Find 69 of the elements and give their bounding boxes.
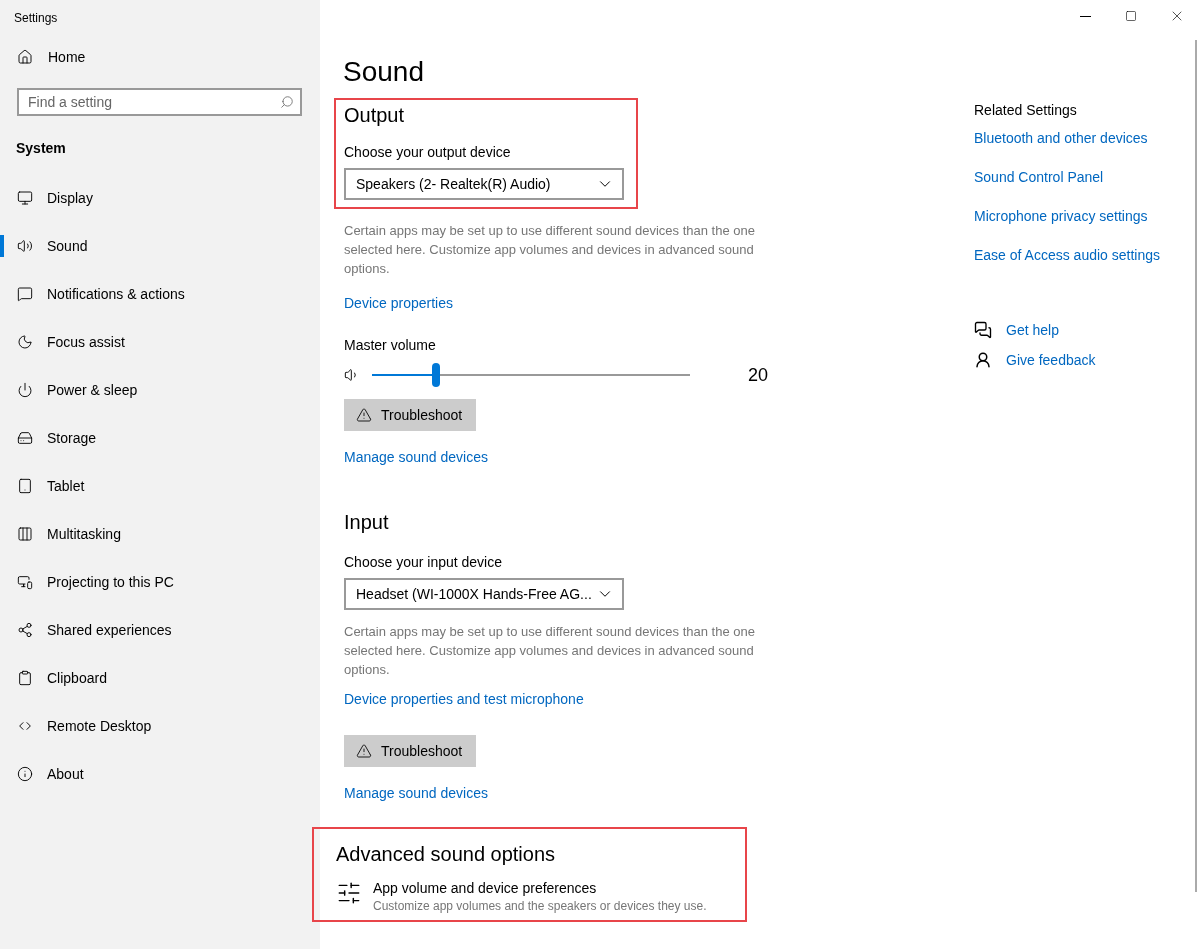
device-dropdown[interactable]: Speakers (2- Realtek(R) Audio): [344, 168, 624, 200]
feedback-link[interactable]: Give feedback: [1006, 352, 1096, 368]
nav-icon: [17, 526, 33, 542]
nav-icon: [17, 670, 33, 686]
nav-icon: [17, 238, 33, 254]
nav-icon: [17, 286, 33, 302]
sidebar-item[interactable]: Storage: [0, 414, 320, 462]
nav-icon: [17, 190, 33, 206]
search-icon: [280, 95, 294, 109]
sidebar-item[interactable]: Remote Desktop: [0, 702, 320, 750]
sidebar-item[interactable]: Display: [0, 174, 320, 222]
section-heading: Input: [344, 511, 389, 534]
sidebar-item[interactable]: Multitasking: [0, 510, 320, 558]
device-properties-link[interactable]: Device properties and test microphone: [344, 691, 584, 707]
related-link[interactable]: Bluetooth and other devices: [974, 130, 1160, 146]
related-heading: Related Settings: [974, 102, 1078, 118]
person-icon: [974, 351, 992, 369]
page-title: Sound: [343, 56, 424, 88]
item-title: App volume and device preferences: [373, 880, 598, 896]
volume-value: 20: [748, 364, 769, 386]
device-dropdown[interactable]: Headset (WI-1000X Hands-Free AG...: [344, 578, 624, 610]
sidebar-item[interactable]: Shared experiences: [0, 606, 320, 654]
device-label: Choose your input device: [344, 554, 502, 570]
search-field[interactable]: Find a setting: [17, 88, 302, 116]
home-nav-item[interactable]: Home: [0, 41, 320, 73]
manage-devices-link[interactable]: Manage sound devices: [344, 449, 488, 465]
selection-indicator: [0, 235, 4, 257]
slider-thumb[interactable]: [431, 363, 440, 387]
volume-label: Master volume: [344, 337, 436, 353]
section-heading: System: [15, 139, 67, 158]
troubleshoot-button[interactable]: Troubleshoot: [344, 735, 477, 767]
manage-devices-link[interactable]: Manage sound devices: [344, 785, 488, 801]
warning-icon: [356, 743, 372, 759]
nav-icon: [17, 334, 33, 350]
nav-icon: [17, 382, 33, 398]
maximize-icon: [1125, 10, 1137, 22]
related-link[interactable]: Ease of Access audio settings: [974, 247, 1160, 263]
minimize-icon: [1079, 15, 1091, 17]
device-label: Choose your output device: [344, 144, 512, 160]
home-icon: [17, 49, 33, 65]
related-link[interactable]: Microphone privacy settings: [974, 208, 1160, 224]
get-help-link[interactable]: Get help: [1006, 322, 1059, 338]
troubleshoot-button[interactable]: Troubleshoot: [344, 399, 477, 431]
description-text: Certain apps may be set up to use different sound devices than the one selected here. Customize app volumes and devices in advanced sound options.: [344, 623, 756, 679]
device-properties-link[interactable]: Device properties: [344, 295, 453, 311]
home-label: Home: [48, 49, 86, 65]
nav-icon: [17, 430, 33, 446]
chat-help-icon: [974, 321, 992, 339]
sidebar-item[interactable]: Tablet: [0, 462, 320, 510]
scrollbar[interactable]: [1195, 40, 1197, 892]
window-title: Settings: [13, 10, 59, 27]
section-heading: Advanced sound options: [336, 843, 557, 866]
section-heading: Output: [344, 104, 406, 127]
sidebar-item[interactable]: About: [0, 750, 320, 798]
related-link[interactable]: Sound Control Panel: [974, 169, 1160, 185]
warning-icon: [356, 407, 372, 423]
description-text: Certain apps may be set up to use different sound devices than the one selected here. Customize app volumes and devices in advanced sound options.: [344, 222, 756, 278]
nav-icon: [17, 478, 33, 494]
sliders-icon: [336, 880, 362, 906]
nav-icon: [17, 766, 33, 782]
item-subtitle: Customize app volumes and the speakers or devices they use.: [373, 899, 707, 913]
sidebar-item[interactable]: Power & sleep: [0, 366, 320, 414]
sidebar-item[interactable]: Clipboard: [0, 654, 320, 702]
nav-icon: [17, 622, 33, 638]
sidebar-item[interactable]: Notifications & actions: [0, 270, 320, 318]
sidebar-item[interactable]: Focus assist: [0, 318, 320, 366]
nav-icon: [17, 574, 33, 590]
settings-item[interactable]: App volume and device preferences Customize app volumes and the speakers or devices they use.: [336, 880, 737, 913]
sidebar-item[interactable]: Projecting to this PC: [0, 558, 320, 606]
